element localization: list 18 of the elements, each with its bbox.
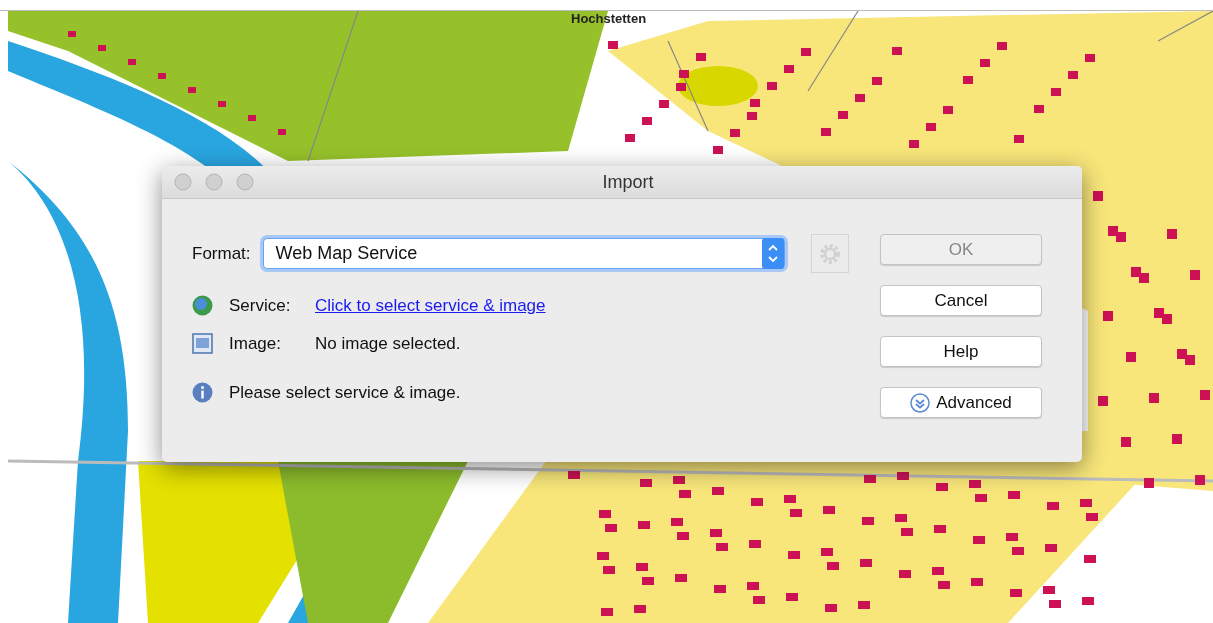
image-icon: [192, 333, 213, 354]
select-service-link[interactable]: Click to select service & image: [315, 295, 546, 316]
dialog-button[interactable]: Advanced: [880, 387, 1042, 418]
info-icon: [192, 382, 213, 403]
field-label: Image:: [229, 333, 282, 354]
window-buttons-icon[interactable]: [174, 173, 254, 191]
window-title: Import: [601, 171, 655, 193]
gear-icon: [818, 242, 841, 265]
globe-icon: [192, 295, 213, 316]
field-label: Service:: [229, 295, 292, 316]
disclosure-icon: [910, 392, 931, 413]
dialog-button[interactable]: Help: [880, 336, 1042, 367]
status-message: Please select service & image.: [229, 382, 461, 403]
field-value: No image selected.: [315, 333, 461, 354]
format-label: Format:: [192, 243, 251, 264]
stepper-icon: [761, 238, 784, 269]
format-select[interactable]: Web Map Service: [262, 238, 785, 269]
dialog-button[interactable]: Cancel: [880, 285, 1042, 316]
